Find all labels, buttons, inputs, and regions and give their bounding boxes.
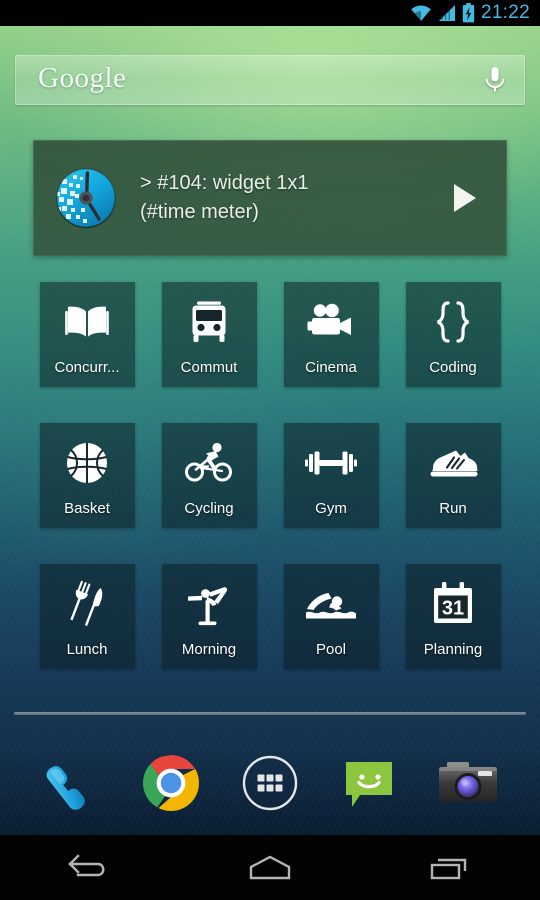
phone-handset-icon — [41, 752, 103, 814]
tile-label: Coding — [429, 359, 477, 376]
tile-label: Gym — [315, 500, 347, 517]
tile-label: Commut — [180, 359, 238, 376]
camera-icon — [438, 758, 498, 808]
tile-label: Planning — [423, 641, 483, 658]
tile-label: Run — [439, 500, 467, 517]
tile-label: Cycling — [184, 500, 234, 517]
home-button[interactable] — [222, 844, 318, 892]
dock — [0, 735, 540, 830]
fork-knife-icon — [65, 580, 109, 628]
tile-concurr[interactable]: Concurr... — [39, 282, 135, 387]
tile-run[interactable]: Run — [405, 423, 501, 528]
yoga-pose-icon — [185, 580, 233, 628]
tile-label: Pool — [315, 641, 347, 658]
time-meter-widget[interactable]: > #104: widget 1x1 (#time meter) — [33, 140, 507, 256]
android-home-screen: 21:22 Google > #104: widget 1x1 (#time m… — [0, 0, 540, 900]
calendar-31-icon: 31 — [430, 580, 476, 628]
tile-morning[interactable]: Morning — [161, 564, 257, 669]
tile-cycling[interactable]: Cycling — [161, 423, 257, 528]
tile-gym[interactable]: Gym — [283, 423, 379, 528]
tile-label: Concurr... — [54, 359, 120, 376]
messaging-bubble-icon — [340, 754, 398, 812]
tile-label: Cinema — [305, 359, 357, 376]
cyclist-icon — [184, 439, 234, 487]
tile-label: Morning — [181, 641, 237, 658]
dock-item-phone[interactable] — [39, 750, 105, 816]
recents-button[interactable] — [402, 844, 498, 892]
curly-braces-icon — [430, 298, 476, 346]
dumbbell-icon — [305, 439, 357, 487]
book-icon — [64, 298, 110, 346]
status-bar-clock: 21:22 — [480, 2, 530, 23]
chrome-browser-icon — [141, 753, 201, 813]
google-search-bar[interactable]: Google — [15, 55, 525, 105]
basketball-icon — [65, 439, 109, 487]
tile-lunch[interactable]: Lunch — [39, 564, 135, 669]
tile-cinema[interactable]: Cinema — [283, 282, 379, 387]
sneaker-icon — [427, 439, 479, 487]
bus-icon — [189, 298, 229, 346]
back-button[interactable] — [42, 844, 138, 892]
tile-label: Basket — [64, 500, 110, 517]
home-icon — [247, 854, 293, 882]
dock-item-app-drawer[interactable] — [237, 750, 303, 816]
tile-planning[interactable]: 31 Planning — [405, 564, 501, 669]
apps-grid-icon — [241, 754, 299, 812]
dock-item-chrome[interactable] — [138, 750, 204, 816]
dock-divider — [14, 712, 526, 715]
wifi-icon — [410, 4, 432, 22]
dock-item-camera[interactable] — [435, 750, 501, 816]
google-logo-text: Google — [38, 61, 127, 94]
tile-label: Lunch — [66, 641, 108, 658]
shortcut-grid: Concurr... Commut Cinema Coding Basket C… — [0, 282, 540, 669]
back-arrow-icon — [67, 853, 113, 882]
microphone-icon[interactable] — [482, 64, 508, 96]
play-icon[interactable] — [438, 181, 492, 215]
battery-charging-icon — [462, 3, 475, 23]
widget-subtitle-line: (#time meter) — [140, 201, 259, 223]
tile-basket[interactable]: Basket — [39, 423, 135, 528]
movie-camera-icon — [307, 298, 355, 346]
time-meter-clock-icon — [50, 162, 122, 234]
cellular-signal-icon — [438, 4, 456, 22]
tile-pool[interactable]: Pool — [283, 564, 379, 669]
recents-icon — [427, 854, 473, 882]
navigation-bar — [0, 835, 540, 900]
tile-commut[interactable]: Commut — [161, 282, 257, 387]
swimmer-icon — [305, 580, 357, 628]
status-bar[interactable]: 21:22 — [0, 0, 540, 26]
widget-title-line: > #104: widget 1x1 — [140, 172, 309, 194]
dock-item-messaging[interactable] — [336, 750, 402, 816]
tile-coding[interactable]: Coding — [405, 282, 501, 387]
calendar-day-number: 31 — [442, 598, 464, 620]
widget-text: > #104: widget 1x1 (#time meter) — [122, 169, 438, 227]
